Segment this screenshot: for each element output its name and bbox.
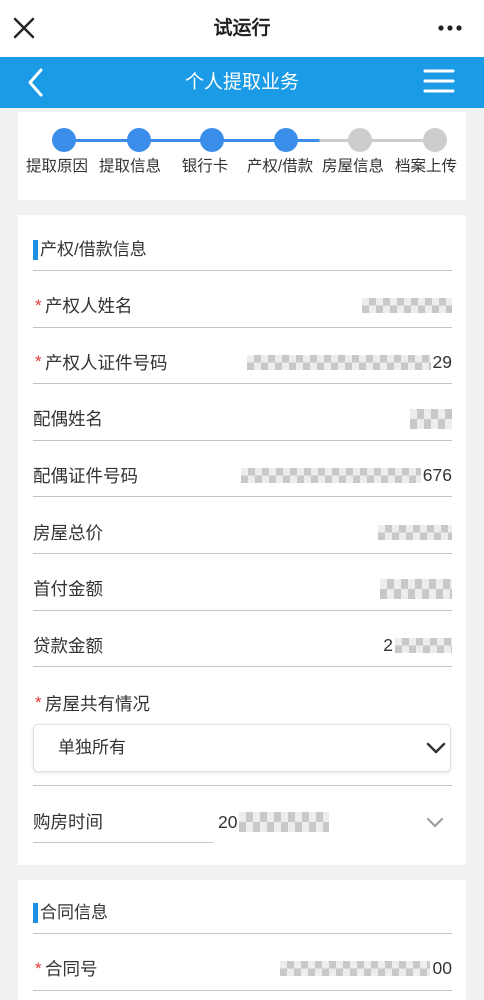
field-spouse-name[interactable]: 配偶姓名: [33, 384, 452, 441]
value-suffix: 676: [422, 465, 452, 486]
step-dot[interactable]: [52, 128, 76, 152]
section-title: 产权/借款信息: [40, 240, 147, 259]
chevron-down-icon[interactable]: [424, 738, 448, 758]
window-title: 试运行: [213, 18, 271, 39]
field-label: 合同号: [45, 959, 98, 980]
field-value[interactable]: 2: [383, 635, 452, 656]
value-suffix: 00: [432, 958, 452, 979]
masked-value: [380, 578, 452, 599]
selected-value: 单独所有: [58, 738, 126, 757]
section-accent-bar: [33, 903, 38, 923]
value-suffix: 29: [432, 351, 452, 372]
field-co-ownership-label: * 房屋共有情况: [33, 685, 150, 721]
divider: [33, 785, 452, 786]
required-asterisk: *: [35, 295, 42, 315]
field-spouse-id[interactable]: 配偶证件号码 676: [33, 441, 452, 498]
step-label: 银行卡: [181, 158, 229, 175]
required-asterisk: *: [35, 693, 42, 712]
masked-value: [395, 637, 452, 653]
required-asterisk: *: [35, 352, 42, 372]
co-ownership-select[interactable]: 单独所有: [33, 724, 451, 772]
step-dot[interactable]: [127, 128, 151, 152]
section-accent-bar: [33, 240, 38, 260]
masked-value: [410, 408, 452, 429]
field-label: 贷款金额: [33, 635, 103, 656]
field-label: 房屋共有情况: [45, 693, 150, 714]
field-value[interactable]: [410, 408, 452, 429]
field-value[interactable]: 676: [240, 465, 452, 486]
field-house-price[interactable]: 房屋总价: [33, 497, 452, 554]
contract-info-card: 合同信息 * 合同号 00: [18, 880, 466, 1000]
more-icon[interactable]: [434, 18, 466, 38]
masked-value: [239, 812, 330, 832]
chevron-down-icon[interactable]: [424, 812, 446, 832]
nav-header: 个人提取业务: [0, 57, 484, 108]
value-prefix: 20: [218, 811, 238, 832]
field-owner-name[interactable]: * 产权人姓名: [33, 271, 452, 328]
field-label: 配偶姓名: [33, 409, 103, 430]
field-label: 产权人姓名: [45, 296, 133, 317]
field-value[interactable]: [378, 524, 452, 540]
purchase-time-value[interactable]: 20: [218, 808, 330, 836]
hamburger-menu-icon[interactable]: [420, 67, 458, 98]
field-label: 房屋总价: [33, 522, 103, 543]
required-asterisk: *: [35, 958, 42, 978]
progress-stepper: 提取原因 提取信息 银行卡 产权/借款 房屋信息 档案上传: [18, 112, 466, 200]
window-top-bar: 试运行: [0, 0, 484, 57]
step-label: 房屋信息: [321, 158, 384, 175]
value-prefix: 2: [383, 634, 393, 655]
field-value[interactable]: 29: [246, 351, 452, 373]
field-value[interactable]: 00: [279, 958, 452, 979]
masked-value: [279, 961, 430, 977]
masked-value: [362, 298, 452, 314]
field-label: 购房时间: [33, 812, 103, 832]
field-label: 首付金额: [33, 579, 103, 600]
step-dot[interactable]: [200, 128, 224, 152]
field-down-payment[interactable]: 首付金额: [33, 554, 452, 611]
step-dot[interactable]: [274, 128, 298, 152]
step-label: 档案上传: [394, 158, 457, 175]
page-title: 个人提取业务: [184, 72, 299, 93]
field-loan-amount[interactable]: 贷款金额 2: [33, 611, 452, 668]
field-purchase-time-label: 购房时间: [33, 801, 213, 843]
field-owner-id[interactable]: * 产权人证件号码 29: [33, 328, 452, 385]
field-list: * 产权人姓名 * 产权人证件号码 29 配偶姓名 配偶证件号码 676 房屋总…: [33, 271, 452, 668]
chevron-left-icon[interactable]: [22, 66, 50, 99]
masked-value: [378, 524, 452, 540]
masked-value: [246, 354, 431, 370]
step-label: 提取原因: [25, 158, 88, 175]
section-title: 合同信息: [40, 903, 108, 922]
field-label: 配偶证件号码: [33, 466, 138, 487]
field-list: * 合同号 00: [33, 934, 452, 991]
field-value[interactable]: [362, 298, 452, 314]
field-label: 产权人证件号码: [45, 352, 168, 373]
section-header: 产权/借款信息: [33, 230, 452, 271]
field-contract-number[interactable]: * 合同号 00: [33, 934, 452, 991]
close-icon[interactable]: [10, 14, 38, 42]
step-dot[interactable]: [348, 128, 372, 152]
section-header: 合同信息: [33, 893, 452, 934]
step-label: 产权/借款: [246, 158, 314, 175]
field-value[interactable]: [380, 578, 452, 599]
masked-value: [240, 468, 421, 484]
property-info-card: 产权/借款信息 * 产权人姓名 * 产权人证件号码 29 配偶姓名 配偶证件号码: [18, 215, 466, 865]
step-dot[interactable]: [423, 128, 447, 152]
step-label: 提取信息: [98, 158, 161, 175]
